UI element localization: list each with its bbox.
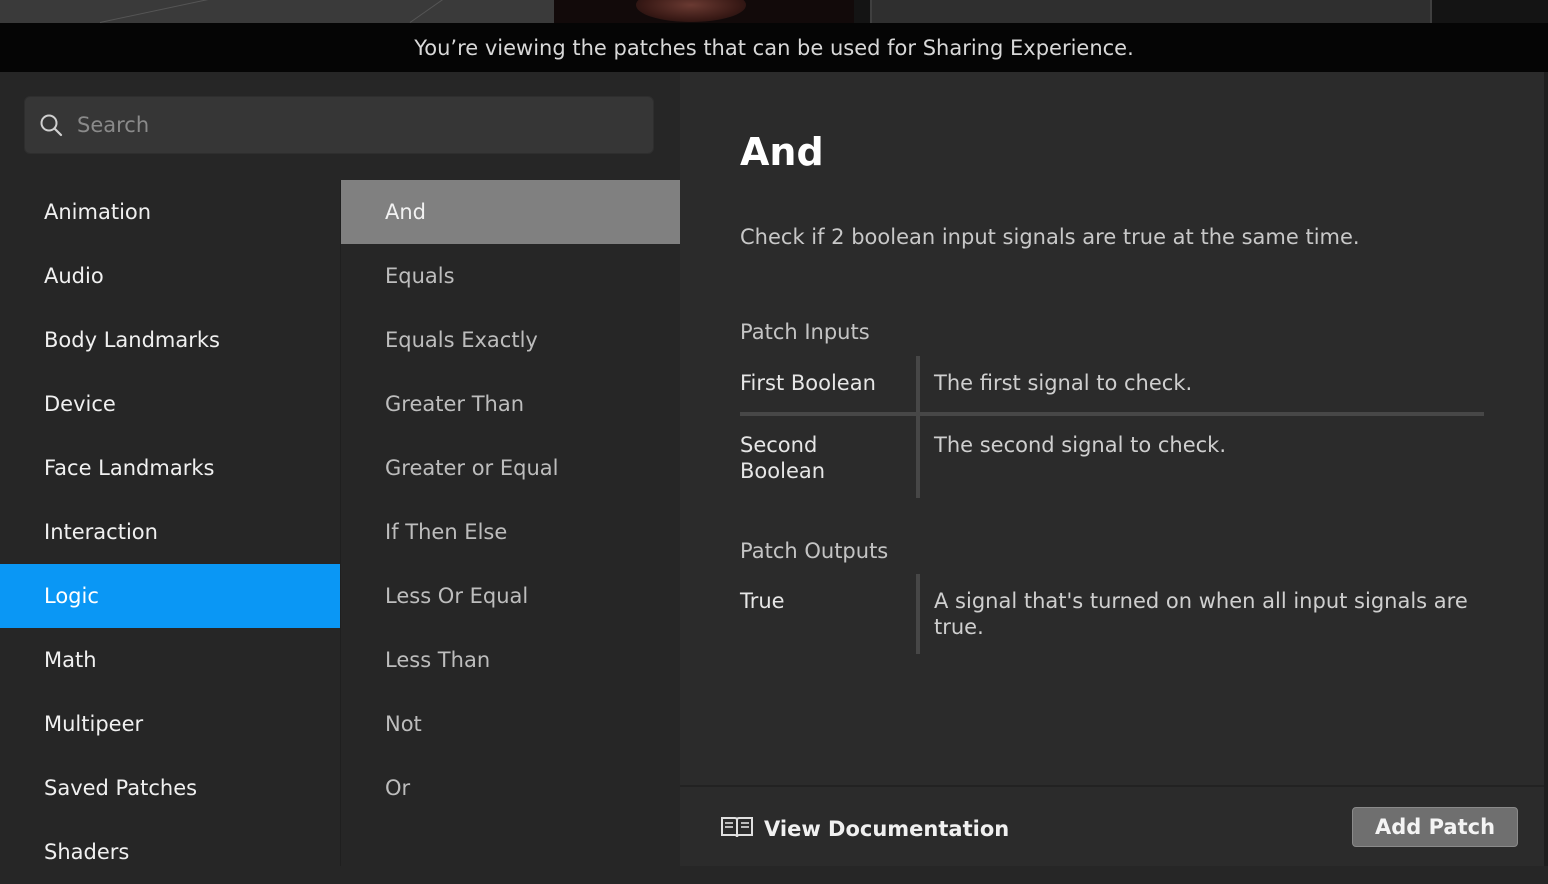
patch-label: And (385, 200, 427, 224)
patch-item-greater-than[interactable]: Greater Than (341, 372, 680, 436)
simulator-panel (870, 0, 1432, 23)
patch-item-equals[interactable]: Equals (341, 244, 680, 308)
category-list: Animation Audio Body Landmarks Device Fa… (0, 180, 340, 884)
patch-inputs-table: First Boolean The first signal to check.… (740, 356, 1484, 498)
patch-item-equals-exactly[interactable]: Equals Exactly (341, 308, 680, 372)
patch-label: Greater Than (385, 392, 525, 416)
patch-label: Equals Exactly (385, 328, 538, 352)
patch-inputs-heading: Patch Inputs (740, 320, 870, 344)
patch-label: Less Than (385, 648, 491, 672)
category-item-animation[interactable]: Animation (0, 180, 340, 244)
patch-item-if-then-else[interactable]: If Then Else (341, 500, 680, 564)
output-name: True (740, 574, 920, 654)
patch-label: Or (385, 776, 411, 800)
window-edge (1544, 72, 1548, 866)
patch-item-less-than[interactable]: Less Than (341, 628, 680, 692)
patch-detail-pane: And Check if 2 boolean input signals are… (680, 72, 1544, 785)
view-documentation-label: View Documentation (764, 817, 1010, 841)
category-label: Body Landmarks (44, 328, 220, 352)
book-icon (720, 815, 754, 843)
search-box[interactable] (24, 96, 654, 154)
category-label: Face Landmarks (44, 456, 215, 480)
category-label: Logic (44, 584, 99, 608)
patch-list: And Equals Equals Exactly Greater Than G… (340, 180, 680, 866)
category-label: Animation (44, 200, 152, 224)
patch-label: Not (385, 712, 422, 736)
category-item-device[interactable]: Device (0, 372, 340, 436)
category-item-audio[interactable]: Audio (0, 244, 340, 308)
patch-item-and[interactable]: And (341, 180, 680, 244)
banner-text: You’re viewing the patches that can be u… (414, 35, 1134, 60)
sharing-experience-banner: You’re viewing the patches that can be u… (0, 23, 1548, 72)
output-description: A signal that's turned on when all input… (934, 589, 1468, 639)
category-item-math[interactable]: Math (0, 628, 340, 692)
category-item-body-landmarks[interactable]: Body Landmarks (0, 308, 340, 372)
category-label: Math (44, 648, 97, 672)
category-item-saved-patches[interactable]: Saved Patches (0, 756, 340, 820)
patch-item-greater-or-equal[interactable]: Greater or Equal (341, 436, 680, 500)
patch-label: If Then Else (385, 520, 508, 544)
search-icon (39, 112, 65, 138)
patch-title: And (740, 130, 824, 174)
input-name: First Boolean (740, 356, 920, 412)
category-label: Interaction (44, 520, 158, 544)
input-description: The second signal to check. (934, 433, 1227, 457)
category-label: Multipeer (44, 712, 144, 736)
patch-item-or[interactable]: Or (341, 756, 680, 820)
add-patch-button[interactable]: Add Patch (1352, 807, 1518, 847)
patch-label: Equals (385, 264, 455, 288)
search-input[interactable] (75, 104, 653, 146)
detail-footer: View Documentation Add Patch (680, 785, 1544, 866)
camera-preview (554, 0, 854, 23)
preview-face-image (636, 0, 746, 22)
category-label: Audio (44, 264, 104, 288)
input-row: First Boolean The first signal to check. (740, 356, 1484, 416)
category-label: Saved Patches (44, 776, 198, 800)
patch-label: Less Or Equal (385, 584, 529, 608)
patch-outputs-table: True A signal that's turned on when all … (740, 574, 1484, 654)
category-item-interaction[interactable]: Interaction (0, 500, 340, 564)
category-item-multipeer[interactable]: Multipeer (0, 692, 340, 756)
editor-viewport-strip (0, 0, 1548, 23)
view-documentation-link[interactable]: View Documentation (720, 815, 1009, 843)
patch-item-not[interactable]: Not (341, 692, 680, 756)
category-item-logic[interactable]: Logic (0, 564, 340, 628)
category-item-shaders[interactable]: Shaders (0, 820, 340, 884)
scene-viewport (0, 0, 554, 23)
input-row: Second Boolean The second signal to chec… (740, 416, 1484, 498)
category-item-face-landmarks[interactable]: Face Landmarks (0, 436, 340, 500)
patch-browser-left-pane: Animation Audio Body Landmarks Device Fa… (0, 72, 680, 866)
patch-description: Check if 2 boolean input signals are tru… (740, 225, 1360, 249)
patch-label: Greater or Equal (385, 456, 559, 480)
category-label: Shaders (44, 840, 130, 864)
input-name: Second Boolean (740, 416, 920, 498)
patch-outputs-heading: Patch Outputs (740, 539, 889, 563)
input-description: The first signal to check. (934, 371, 1193, 395)
output-row: True A signal that's turned on when all … (740, 574, 1484, 654)
category-label: Device (44, 392, 116, 416)
patch-item-less-or-equal[interactable]: Less Or Equal (341, 564, 680, 628)
